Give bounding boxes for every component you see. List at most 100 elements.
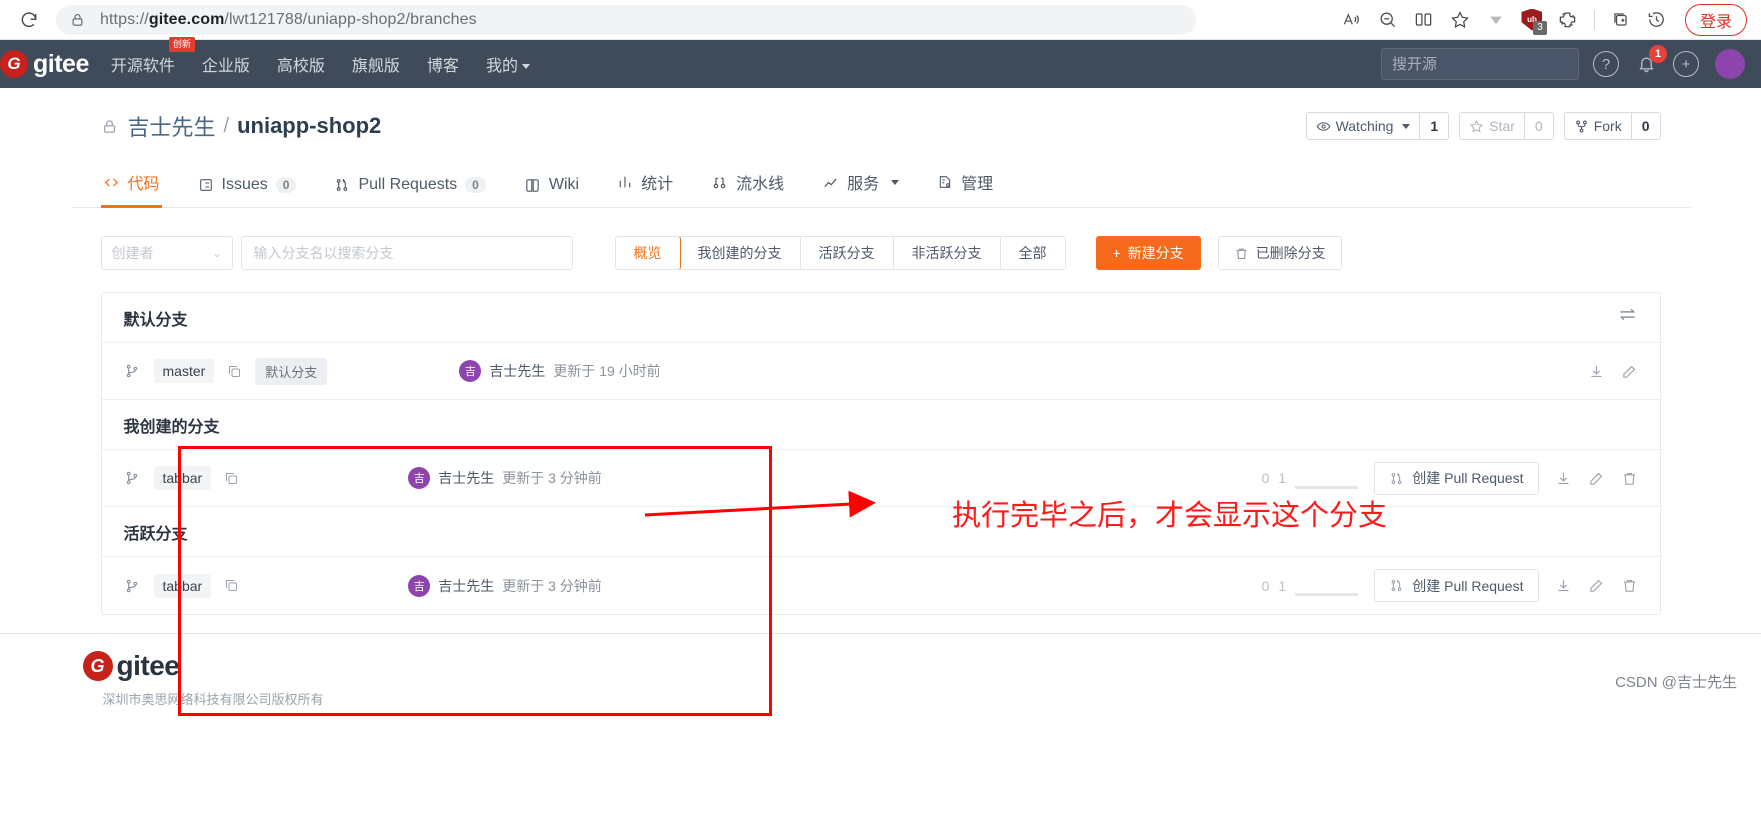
- copy-icon[interactable]: [224, 471, 239, 486]
- star-button-group[interactable]: Star 0: [1459, 112, 1554, 140]
- tab-code[interactable]: 代码: [100, 164, 162, 208]
- help-icon[interactable]: ?: [1593, 51, 1619, 77]
- code-icon: [104, 178, 118, 186]
- branch-icon: [124, 578, 140, 594]
- gitee-logo-text: gitee: [33, 49, 89, 78]
- puzzle-extension-icon[interactable]: [1552, 5, 1584, 35]
- fork-button-group[interactable]: Fork 0: [1563, 112, 1661, 140]
- new-branch-button[interactable]: + 新建分支: [1095, 236, 1201, 270]
- downloads-chevron-icon[interactable]: [1480, 5, 1512, 35]
- login-button[interactable]: 登录: [1684, 3, 1747, 36]
- search-input[interactable]: [1381, 48, 1579, 80]
- author-name[interactable]: 吉士先生: [438, 468, 494, 488]
- copy-icon[interactable]: [227, 364, 242, 379]
- edit-icon[interactable]: [1588, 470, 1605, 487]
- nav-badge-new: 创新: [168, 37, 195, 52]
- edit-icon[interactable]: [1588, 577, 1605, 594]
- avatar: 吉: [408, 467, 431, 489]
- history-icon[interactable]: [1641, 5, 1673, 35]
- edit-icon[interactable]: [1621, 363, 1638, 380]
- fork-button[interactable]: Fork: [1564, 113, 1631, 139]
- url-text: https://gitee.com/lwt121788/uniapp-shop2…: [100, 10, 477, 28]
- create-pull-request-button[interactable]: 创建 Pull Request: [1374, 569, 1539, 602]
- watch-count[interactable]: 1: [1419, 113, 1449, 139]
- read-aloud-icon[interactable]: [1336, 5, 1368, 35]
- filter-my-branches[interactable]: 我创建的分支: [679, 237, 801, 269]
- pull-request-icon: [1391, 579, 1402, 592]
- fork-count[interactable]: 0: [1630, 113, 1660, 139]
- row-actions: 0 1 创建 Pull Request: [1262, 569, 1638, 602]
- create-plus-icon[interactable]: +: [1673, 51, 1699, 77]
- nav-link-blog[interactable]: 博客: [427, 52, 459, 76]
- tab-label: Issues: [221, 176, 268, 193]
- tab-wiki[interactable]: Wiki: [522, 170, 581, 208]
- trash-icon[interactable]: [1621, 577, 1638, 594]
- user-avatar[interactable]: [1715, 49, 1745, 79]
- download-icon[interactable]: [1555, 577, 1572, 594]
- branch-panels: 默认分支 master 默认分支 吉 吉士先生 更新于 19 小时前 我创建的分…: [100, 292, 1661, 615]
- tab-manage[interactable]: 管理: [935, 164, 995, 208]
- tab-label: 流水线: [736, 176, 785, 193]
- author-name[interactable]: 吉士先生: [489, 361, 545, 381]
- plus-icon: +: [1112, 245, 1121, 261]
- download-icon[interactable]: [1555, 470, 1572, 487]
- nav-link-mine[interactable]: 我的: [486, 52, 530, 76]
- trash-icon[interactable]: [1621, 470, 1638, 487]
- annotation-text: 执行完毕之后，才会显示这个分支: [952, 500, 1388, 532]
- new-branch-label: 新建分支: [1127, 245, 1184, 261]
- nav-link-enterprise[interactable]: 企业版: [202, 52, 250, 76]
- star-button[interactable]: Star: [1460, 113, 1524, 139]
- favorite-star-icon[interactable]: [1444, 5, 1476, 35]
- tab-label: 统计: [641, 176, 674, 193]
- collections-icon[interactable]: [1605, 5, 1637, 35]
- repo-owner-link[interactable]: 吉士先生: [128, 110, 216, 142]
- filter-overview[interactable]: 概览: [615, 237, 681, 269]
- branch-icon: [124, 363, 140, 379]
- private-lock-icon: [101, 118, 118, 135]
- tab-pull-requests[interactable]: Pull Requests 0: [332, 170, 487, 208]
- breadcrumb-separator: /: [223, 114, 230, 137]
- avatar: 吉: [408, 574, 431, 597]
- watch-button[interactable]: Watching: [1306, 113, 1420, 139]
- table-row: master 默认分支 吉 吉士先生 更新于 19 小时前: [101, 343, 1660, 400]
- deleted-branches-button[interactable]: 已删除分支: [1217, 236, 1342, 270]
- nav-link-education[interactable]: 高校版: [277, 52, 325, 76]
- notifications-bell-icon[interactable]: 1: [1633, 45, 1667, 77]
- nav-link-opensource[interactable]: 开源软件 创新: [111, 37, 195, 76]
- branch-name[interactable]: tabbar: [153, 466, 212, 490]
- zoom-out-icon[interactable]: [1372, 5, 1404, 35]
- tab-pipeline[interactable]: 流水线: [709, 164, 786, 208]
- branch-name[interactable]: tabbar: [153, 573, 212, 598]
- create-pull-request-button[interactable]: 创建 Pull Request: [1374, 461, 1539, 495]
- tab-label: Wiki: [548, 176, 580, 193]
- eye-icon: [1316, 121, 1330, 131]
- tab-label: 服务: [847, 176, 880, 193]
- star-count[interactable]: 0: [1523, 113, 1553, 139]
- filter-active-branches[interactable]: 活跃分支: [800, 237, 894, 269]
- repo-header: 吉士先生 / uniapp-shop2 Watching 1 Star 0 Fo…: [0, 88, 1761, 208]
- row-actions: [1588, 363, 1638, 380]
- branch-name[interactable]: master: [153, 359, 215, 383]
- tab-issues[interactable]: Issues 0: [196, 170, 299, 208]
- repo-name-link[interactable]: uniapp-shop2: [237, 113, 381, 139]
- branches-toolbar: 创建者 ⌄ 概览 我创建的分支 活跃分支 非活跃分支 全部 + 新建分支 已删除…: [100, 236, 1661, 270]
- tab-statistics[interactable]: 统计: [615, 164, 675, 208]
- nav-link-flagship[interactable]: 旗舰版: [352, 52, 400, 76]
- split-screen-icon[interactable]: [1408, 5, 1440, 35]
- copy-icon[interactable]: [224, 578, 239, 593]
- gitee-logo[interactable]: G gitee: [0, 49, 89, 79]
- reload-icon[interactable]: [14, 5, 44, 35]
- address-bar[interactable]: https://gitee.com/lwt121788/uniapp-shop2…: [56, 4, 1196, 35]
- author-name[interactable]: 吉士先生: [438, 576, 494, 596]
- watch-button-group[interactable]: Watching 1: [1305, 112, 1450, 140]
- download-icon[interactable]: [1588, 363, 1605, 380]
- shield-extension-icon[interactable]: ub 3: [1516, 5, 1548, 35]
- compare-swap-icon[interactable]: [1617, 304, 1638, 331]
- branch-search-input[interactable]: [240, 236, 573, 270]
- filter-inactive-branches[interactable]: 非活跃分支: [893, 237, 1001, 269]
- creator-select[interactable]: 创建者 ⌄: [100, 236, 233, 270]
- filter-all-branches[interactable]: 全部: [1000, 237, 1065, 269]
- tab-label: 代码: [127, 176, 160, 193]
- tab-services[interactable]: 服务: [820, 164, 901, 208]
- behind-count: 1: [1278, 577, 1287, 594]
